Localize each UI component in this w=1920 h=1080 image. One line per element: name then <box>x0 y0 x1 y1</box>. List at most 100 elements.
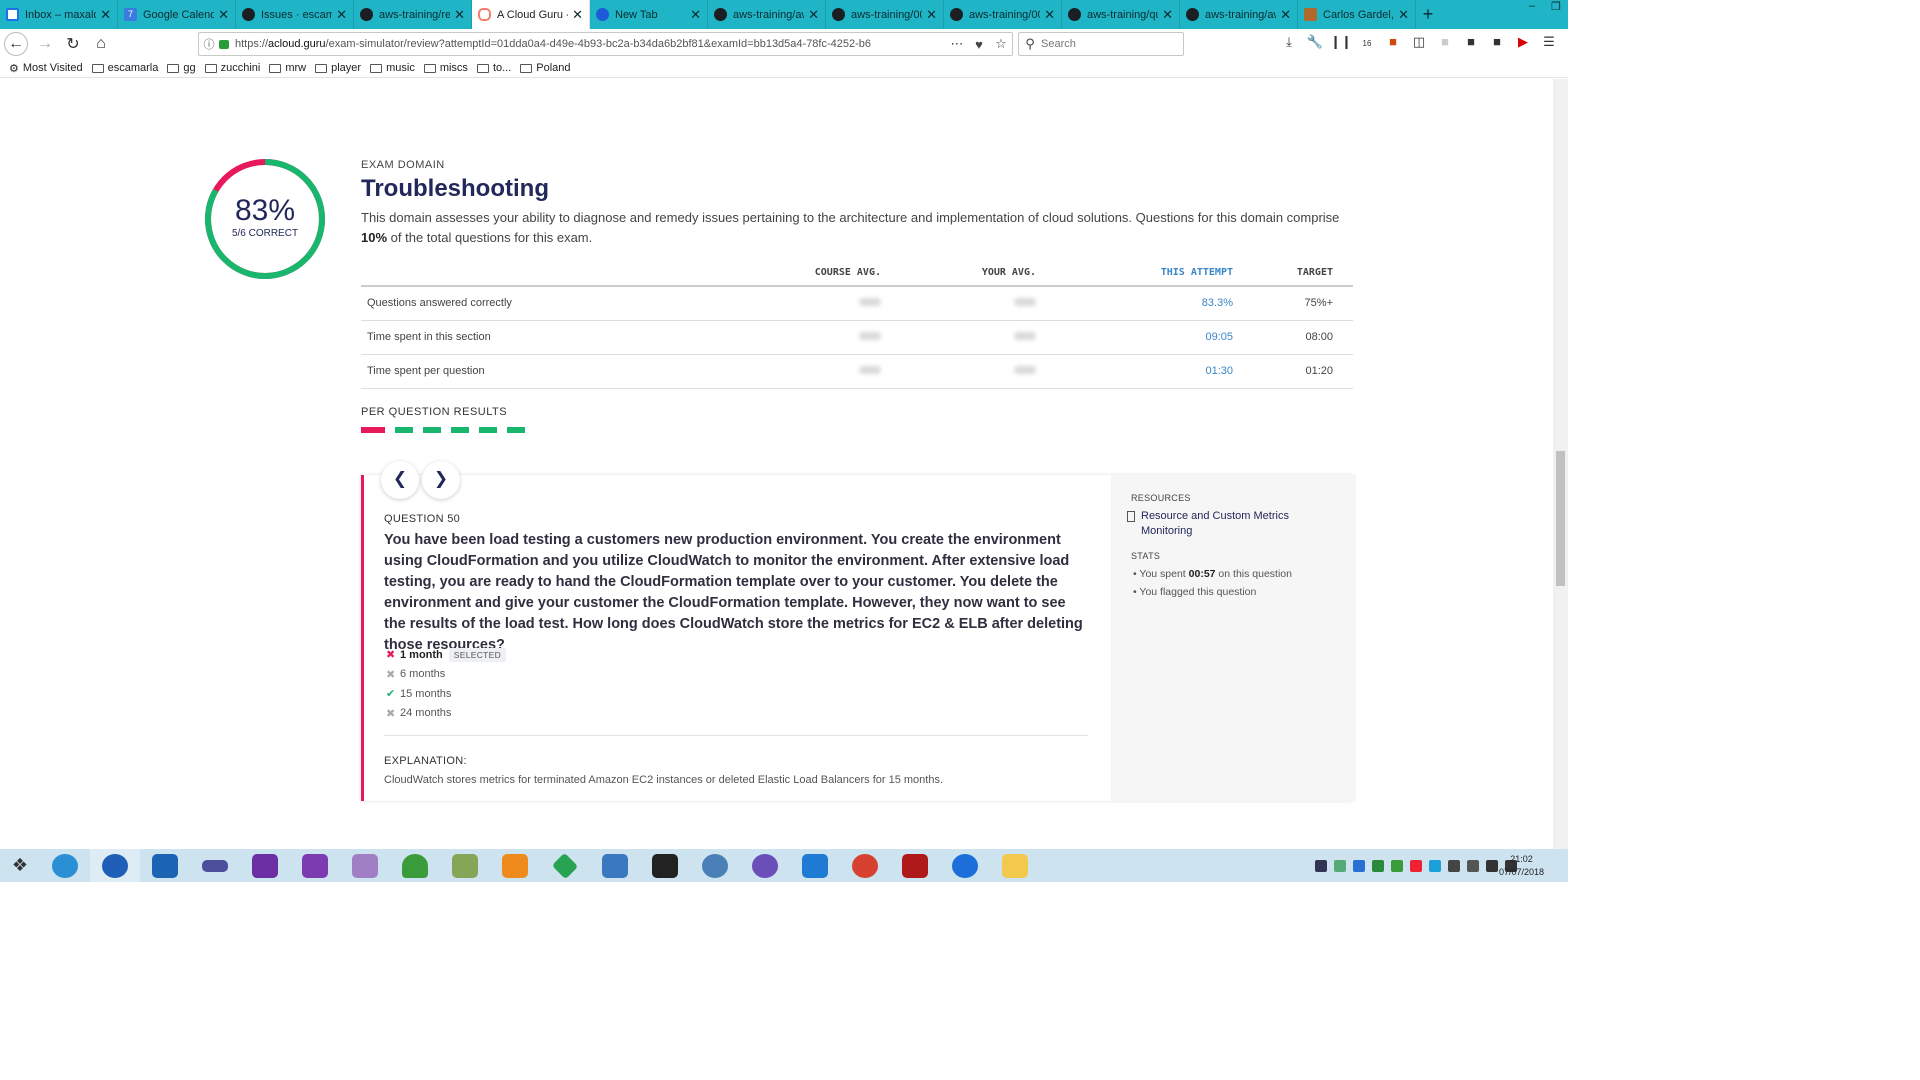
question-result-correct[interactable] <box>423 427 441 433</box>
close-tab-icon[interactable]: ✕ <box>572 7 583 23</box>
taskbar-app[interactable] <box>940 849 990 882</box>
ublock-icon[interactable]: 16 <box>1354 34 1380 50</box>
dropbox-icon[interactable] <box>1353 859 1365 872</box>
close-tab-icon[interactable]: ✕ <box>218 7 229 23</box>
taskbar-app[interactable] <box>490 849 540 882</box>
taskbar-app[interactable] <box>40 849 90 882</box>
url-text[interactable]: https://acloud.guru/exam-simulator/revie… <box>235 38 946 50</box>
browser-tab[interactable]: 7 Google Calendar ✕ <box>118 0 236 29</box>
bookmark-folder[interactable]: Poland <box>520 62 571 74</box>
extension-icon[interactable]: ■ <box>1458 34 1484 50</box>
bookmark-folder[interactable]: to... <box>476 62 511 74</box>
restore-button[interactable]: ❐ <box>1544 0 1568 16</box>
resource-link[interactable]: Resource and Custom Metrics Monitoring <box>1127 509 1337 539</box>
resource-link-text[interactable]: Resource and Custom Metrics Monitoring <box>1141 509 1337 539</box>
extension-icon[interactable]: ■ <box>1380 34 1406 50</box>
close-tab-icon[interactable]: ✕ <box>100 7 111 23</box>
tray-icon[interactable] <box>1410 859 1422 872</box>
browser-tab[interactable]: aws-training/qu ✕ <box>1062 0 1180 29</box>
tray-icon[interactable] <box>1429 859 1441 872</box>
browser-tab[interactable]: Issues · escamarla ✕ <box>236 0 354 29</box>
close-tab-icon[interactable]: ✕ <box>454 7 465 23</box>
question-result-correct[interactable] <box>479 427 497 433</box>
close-tab-icon[interactable]: ✕ <box>690 7 701 23</box>
taskbar-app[interactable] <box>390 849 440 882</box>
close-tab-icon[interactable]: ✕ <box>808 7 819 23</box>
extension-icon[interactable]: ■ <box>1484 34 1510 50</box>
bookmark-folder[interactable]: zucchini <box>204 62 260 74</box>
search-input[interactable]: ⚲ Search <box>1018 32 1184 56</box>
taskbar-app[interactable] <box>640 849 690 882</box>
tray-icon[interactable] <box>1391 859 1403 872</box>
wrench-icon[interactable]: 🔧 <box>1302 34 1328 50</box>
close-tab-icon[interactable]: ✕ <box>1280 7 1291 23</box>
taskbar-app[interactable] <box>240 849 290 882</box>
url-bar[interactable]: ⓘ https://acloud.guru/exam-simulator/rev… <box>198 32 1013 56</box>
taskbar-app[interactable] <box>990 849 1040 882</box>
browser-tab[interactable]: A Cloud Guru - ✕ <box>472 0 590 29</box>
scrollbar-thumb[interactable] <box>1556 451 1565 586</box>
browser-tab[interactable]: Inbox – maxaldo ✕ <box>0 0 118 29</box>
taskbar-app[interactable] <box>290 849 340 882</box>
info-icon[interactable]: ⓘ <box>199 36 219 52</box>
close-tab-icon[interactable]: ✕ <box>1044 7 1055 23</box>
bookmark-folder[interactable]: miscs <box>423 62 468 74</box>
next-question-button[interactable]: ❯ <box>422 461 460 499</box>
sidebar-icon[interactable]: ◫ <box>1406 34 1432 50</box>
clock[interactable]: 21:02 07/07/2018 <box>1499 853 1544 879</box>
question-result-correct[interactable] <box>451 427 469 433</box>
tray-icon[interactable] <box>1315 859 1327 872</box>
bookmark-star-icon[interactable]: ☆ <box>990 36 1012 52</box>
browser-tab[interactable]: aws-training/re ✕ <box>354 0 472 29</box>
new-tab-button[interactable]: + <box>1416 0 1440 29</box>
bookmark-folder[interactable]: escamarla <box>91 62 158 74</box>
question-result-correct[interactable] <box>507 427 525 433</box>
close-tab-icon[interactable]: ✕ <box>336 7 347 23</box>
bookmark-folder[interactable]: player <box>315 62 361 74</box>
taskbar-app[interactable] <box>590 849 640 882</box>
menu-icon[interactable]: ☰ <box>1536 34 1562 50</box>
start-button[interactable]: ❖ <box>0 849 40 882</box>
forward-button[interactable]: → <box>32 31 58 57</box>
taskbar-app[interactable] <box>140 849 190 882</box>
close-tab-icon[interactable]: ✕ <box>926 7 937 23</box>
taskbar-app[interactable] <box>340 849 390 882</box>
page-actions-icon[interactable]: ⋯ <box>946 36 968 52</box>
taskbar-app[interactable] <box>190 849 240 882</box>
taskbar-app[interactable] <box>440 849 490 882</box>
bookmark-folder[interactable]: mrw <box>269 62 306 74</box>
minimize-button[interactable]: – <box>1520 0 1544 16</box>
taskbar-app[interactable] <box>90 849 140 882</box>
browser-tab[interactable]: aws-training/aw ✕ <box>708 0 826 29</box>
browser-tab[interactable]: aws-training/00 ✕ <box>826 0 944 29</box>
download-icon[interactable]: ⤓ <box>1276 34 1302 50</box>
reload-button[interactable]: ↻ <box>60 31 86 57</box>
question-result-wrong[interactable] <box>361 427 385 433</box>
browser-tab[interactable]: aws-training/00 ✕ <box>944 0 1062 29</box>
tray-icon[interactable] <box>1448 859 1460 872</box>
extension-icon[interactable]: ■ <box>1432 34 1458 50</box>
youtube-icon[interactable]: ▶ <box>1510 34 1536 50</box>
library-icon[interactable]: ❙❙ <box>1328 34 1354 50</box>
pocket-icon[interactable]: ♥ <box>968 37 990 52</box>
taskbar-app[interactable] <box>540 849 590 882</box>
question-result-correct[interactable] <box>395 427 413 433</box>
bookmark-most-visited[interactable]: ⚙ Most Visited <box>9 62 83 75</box>
home-button[interactable]: ⌂ <box>88 31 114 57</box>
cloud-icon[interactable] <box>1334 859 1346 872</box>
taskbar-app[interactable] <box>840 849 890 882</box>
tray-icon[interactable] <box>1372 859 1384 872</box>
browser-tab[interactable]: Carlos Gardel, Y ✕ <box>1298 0 1416 29</box>
browser-tab[interactable]: aws-training/aw ✕ <box>1180 0 1298 29</box>
scrollbar[interactable] <box>1553 79 1568 849</box>
taskbar-app[interactable] <box>890 849 940 882</box>
close-tab-icon[interactable]: ✕ <box>1398 7 1409 23</box>
bookmark-folder[interactable]: gg <box>167 62 196 74</box>
taskbar-app[interactable] <box>690 849 740 882</box>
back-button[interactable]: ← <box>4 32 28 56</box>
flag-icon[interactable] <box>1467 859 1479 872</box>
taskbar-app[interactable] <box>790 849 840 882</box>
close-tab-icon[interactable]: ✕ <box>1162 7 1173 23</box>
taskbar-app[interactable] <box>740 849 790 882</box>
previous-question-button[interactable]: ❮ <box>381 461 419 499</box>
